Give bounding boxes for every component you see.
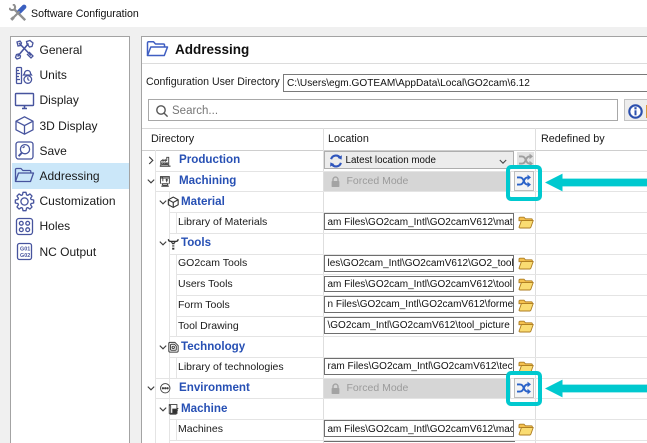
svg-text:G01: G01 (20, 246, 30, 252)
svg-text:G02: G02 (20, 253, 30, 259)
